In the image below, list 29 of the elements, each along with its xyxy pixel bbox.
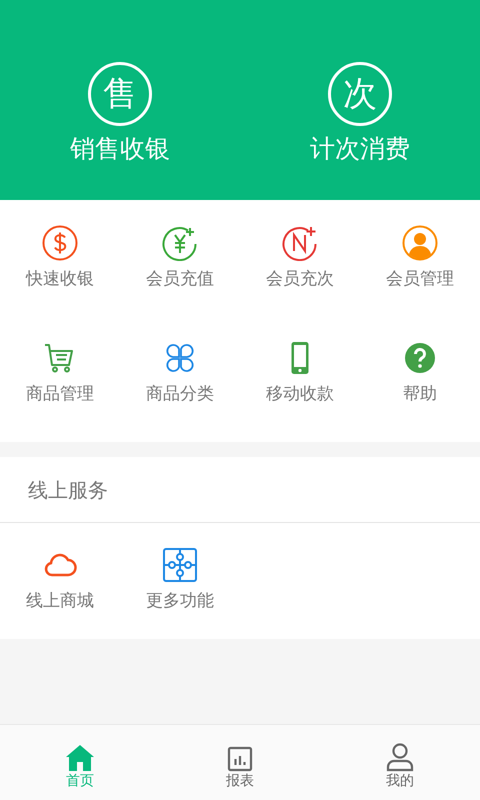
grid-item[interactable]: 会员管理 — [360, 200, 480, 315]
grid-item[interactable]: 更多功能 — [120, 523, 240, 633]
nav-tab[interactable]: 报表 — [160, 725, 320, 800]
user-icon — [385, 742, 415, 772]
grid-item[interactable]: 快速收银 — [0, 200, 120, 315]
n-plus-icon — [282, 225, 318, 261]
nav-tab[interactable]: 我的 — [320, 725, 480, 800]
bar-chart-icon — [227, 746, 253, 772]
header-action-label: 销售收银 — [70, 136, 170, 161]
circle-glyph: 次 — [328, 62, 392, 126]
grid-item[interactable]: 商品分类 — [120, 315, 240, 430]
grid-item[interactable]: 线上商城 — [0, 523, 120, 633]
home-icon — [65, 744, 95, 772]
puzzle-icon — [162, 547, 198, 583]
person-icon — [402, 225, 438, 261]
section-title: 线上服务 — [28, 476, 108, 504]
header-action-button[interactable]: 售 销售收银 — [0, 0, 240, 200]
grid-item[interactable]: 移动收款 — [240, 315, 360, 430]
header-action-button[interactable]: 次 计次消费 — [240, 0, 480, 200]
help-icon — [402, 340, 438, 376]
grid-item[interactable]: 会员充次 — [240, 200, 360, 315]
nav-tab[interactable]: 首页 — [0, 725, 160, 800]
dollar-icon — [42, 225, 78, 261]
header-action-label: 计次消费 — [310, 136, 410, 161]
grid-item[interactable]: 会员充值 — [120, 200, 240, 315]
yen-plus-icon — [162, 225, 198, 261]
circle-glyph: 售 — [88, 62, 152, 126]
grid-item[interactable]: 帮助 — [360, 315, 480, 430]
grid-item[interactable]: 商品管理 — [0, 315, 120, 430]
